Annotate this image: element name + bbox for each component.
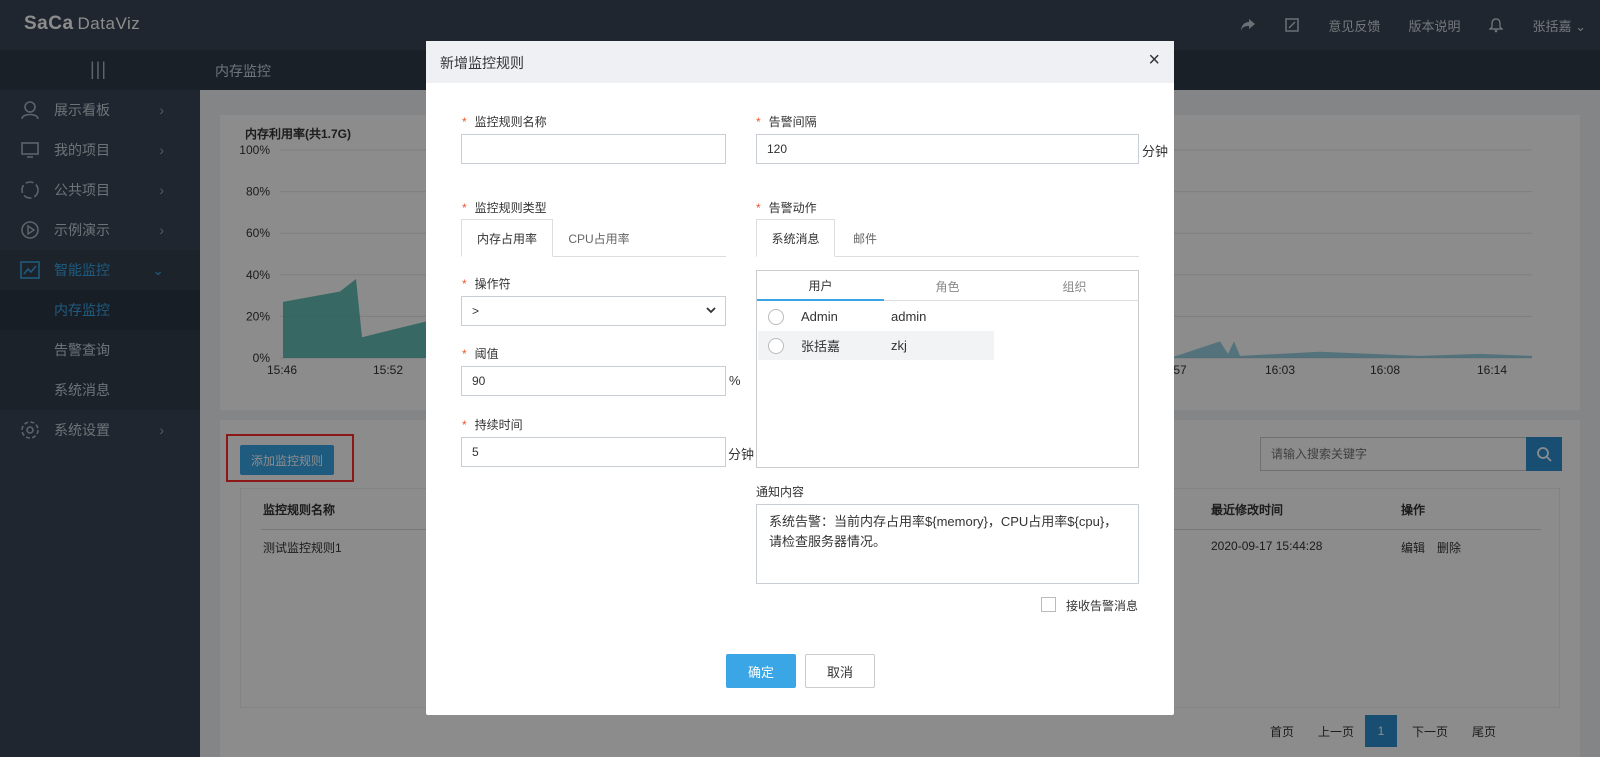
tab-organizations[interactable]: 组织 — [1011, 271, 1138, 301]
user-row[interactable]: 张括嘉 zkj — [758, 331, 994, 360]
notify-content-textarea[interactable]: 系统告警：当前内存占用率${memory}，CPU占用率${cpu}，请检查服务… — [756, 504, 1139, 584]
recipient-panel: 用户 角色 组织 Admin admin 张括嘉 zkj — [756, 270, 1139, 468]
interval-unit: 分钟 — [1142, 144, 1169, 159]
dialog-title: 新增监控规则 — [440, 55, 524, 71]
duration-unit: 分钟 — [728, 447, 755, 462]
user-radio[interactable] — [768, 337, 784, 354]
tab-cpu-usage[interactable]: CPU占用率 — [553, 219, 645, 257]
rule-type-tabs: 内存占用率 CPU占用率 — [461, 219, 726, 257]
operator-select[interactable]: > — [461, 296, 726, 326]
user-name: 张括嘉 — [801, 339, 841, 354]
tab-roles[interactable]: 角色 — [884, 271, 1011, 301]
chevron-down-icon — [705, 304, 717, 319]
confirm-button[interactable]: 确定 — [726, 654, 796, 688]
tab-memory-usage[interactable]: 内存占用率 — [461, 219, 553, 257]
cancel-button[interactable]: 取消 — [805, 654, 875, 688]
tab-users[interactable]: 用户 — [757, 271, 884, 301]
interval-input[interactable]: 120 — [756, 134, 1139, 164]
close-icon[interactable]: × — [1148, 50, 1160, 70]
rule-type-label: * 监控规则类型 — [462, 201, 547, 215]
user-row[interactable]: Admin admin — [758, 302, 994, 331]
notify-label: 通知内容 — [756, 485, 805, 499]
rule-name-input[interactable] — [461, 134, 726, 164]
user-account: zkj — [891, 338, 907, 353]
add-rule-dialog: 新增监控规则 × * 监控规则名称 * 告警间隔 120 分钟 * 监控规则类型 内存… — [426, 41, 1174, 715]
recipient-tabs: 用户 角色 组织 — [757, 271, 1138, 301]
receive-alert-label: 接收告警消息 — [1066, 599, 1139, 613]
rule-name-label: * 监控规则名称 — [462, 115, 547, 129]
interval-label: * 告警间隔 — [756, 115, 817, 129]
duration-input[interactable]: 5 — [461, 437, 726, 467]
operator-label: * 操作符 — [462, 277, 511, 291]
action-tabs: 系统消息 邮件 — [756, 219, 1139, 257]
threshold-unit: % — [729, 373, 741, 388]
threshold-label: * 阈值 — [462, 347, 499, 361]
dialog-header: 新增监控规则 × — [426, 41, 1174, 83]
tab-system-message[interactable]: 系统消息 — [756, 219, 835, 257]
user-radio[interactable] — [768, 308, 784, 325]
user-account: admin — [891, 309, 927, 324]
duration-label: * 持续时间 — [462, 418, 523, 432]
action-label: * 告警动作 — [756, 201, 817, 215]
tab-email[interactable]: 邮件 — [835, 219, 895, 257]
receive-alert-checkbox[interactable] — [1041, 597, 1056, 612]
threshold-input[interactable]: 90 — [461, 366, 726, 396]
user-name: Admin — [801, 309, 838, 324]
